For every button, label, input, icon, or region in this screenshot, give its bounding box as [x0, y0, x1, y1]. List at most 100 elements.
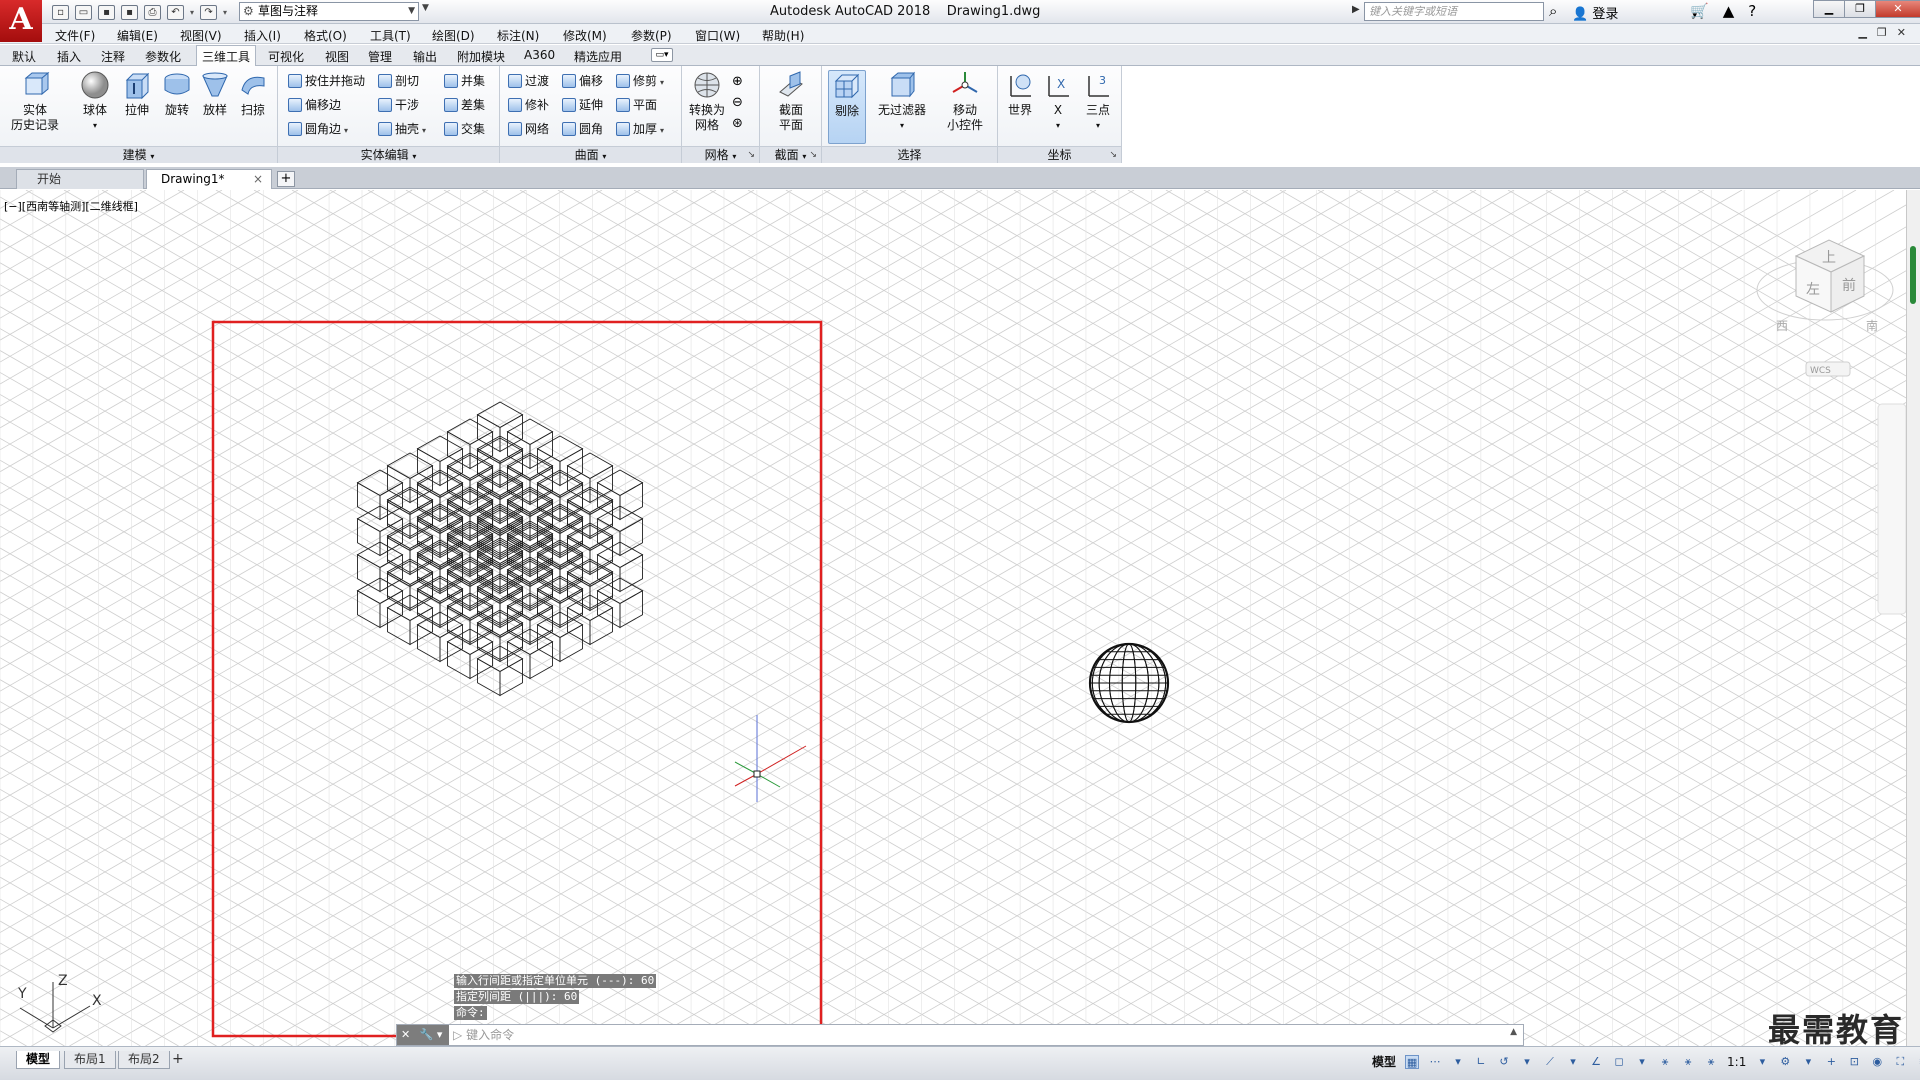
chevron-down-icon[interactable]: ▾	[1755, 1055, 1769, 1069]
menu-draw[interactable]: 绘图(D)	[432, 27, 475, 44]
grid-display-icon[interactable]: ▦	[1405, 1054, 1420, 1069]
menu-tools[interactable]: 工具(T)	[370, 27, 411, 44]
network-button[interactable]: 网络	[508, 120, 549, 138]
chevron-down-icon[interactable]: ▾	[437, 1028, 443, 1041]
autodesk-app-icon[interactable]: ▲	[1723, 2, 1735, 20]
workspace-selector[interactable]: ⚙ 草图与注释 ▼	[239, 2, 419, 21]
surface-offset-button[interactable]: 偏移	[562, 72, 603, 90]
menu-help[interactable]: 帮助(H)	[762, 27, 804, 44]
menu-file[interactable]: 文件(F)	[55, 27, 95, 44]
menu-parametric[interactable]: 参数(P)	[631, 27, 672, 44]
new-tab-button[interactable]: +	[277, 171, 295, 187]
units-icon[interactable]: ⊡	[1847, 1055, 1861, 1069]
drawing-canvas[interactable]: Z Y X 上 左 前 南 西 WCS [−][西南等轴测][二维线框] 输入行…	[0, 190, 1906, 1046]
layout-tab-model[interactable]: 模型	[16, 1051, 61, 1069]
annotation-scale-value[interactable]: 1:1	[1727, 1055, 1746, 1069]
tab-3d-tools[interactable]: 三维工具	[196, 45, 257, 67]
menu-dimension[interactable]: 标注(N)	[497, 27, 539, 44]
planar-button[interactable]: 平面	[616, 96, 657, 114]
model-space-button[interactable]: 模型	[1372, 1053, 1396, 1070]
polar-tracking-icon[interactable]: ↺	[1497, 1055, 1511, 1069]
sweep-button[interactable]: 扫掠	[234, 70, 272, 118]
isolate-objects-icon[interactable]: ◉	[1870, 1055, 1884, 1069]
intersect-button[interactable]: 交集	[444, 120, 485, 138]
ucs-world-button[interactable]: 世界	[1002, 70, 1038, 118]
panel-solid-editing-title[interactable]: 实体编辑 ▾	[278, 146, 499, 163]
customization-menu-icon[interactable]: ≡	[1916, 1055, 1920, 1069]
panel-launcher-icon[interactable]: ↘	[747, 147, 755, 163]
tab-addins[interactable]: 附加模块	[457, 48, 505, 65]
revolve-button[interactable]: 旋转	[158, 70, 196, 118]
tab-featured-apps[interactable]: 精选应用	[574, 48, 622, 65]
culling-button[interactable]: 剔除	[828, 70, 866, 144]
customize-qat-icon[interactable]: ▼	[422, 3, 429, 13]
thicken-button[interactable]: 加厚 ▾	[616, 120, 664, 138]
tab-default[interactable]: 默认	[12, 48, 36, 65]
extend-button[interactable]: 延伸	[562, 96, 603, 114]
tab-output[interactable]: 输出	[413, 48, 437, 65]
annotation-visibility-icon[interactable]: ⚹	[1658, 1055, 1672, 1069]
chevron-down-icon[interactable]: ▾	[1566, 1055, 1580, 1069]
file-tab-start[interactable]: 开始	[16, 169, 144, 189]
annotation-scale-icon[interactable]: ⚹	[1704, 1055, 1718, 1069]
viewport-controls-label[interactable]: [−][西南等轴测][二维线框]	[4, 198, 138, 214]
close-icon[interactable]: ✕	[1875, 0, 1920, 18]
section-plane-button[interactable]: 截面 平面	[768, 70, 814, 133]
layout-tab-layout2[interactable]: 布局2	[118, 1051, 170, 1069]
fillet-edge-button[interactable]: 圆角边 ▾	[288, 120, 348, 138]
sign-in-button[interactable]: 👤 登录 ▾	[1572, 3, 1697, 22]
solid-history-button[interactable]: 实体 历史记录	[6, 70, 64, 133]
vertical-scrollbar[interactable]	[1906, 190, 1920, 1046]
new-file-icon[interactable]: ▫	[52, 4, 69, 20]
slice-button[interactable]: 剖切	[378, 72, 419, 90]
isodraft-icon[interactable]: ⟋	[1543, 1055, 1557, 1069]
patch-button[interactable]: 修补	[508, 96, 549, 114]
object-snap-icon[interactable]: ◻	[1612, 1055, 1626, 1069]
chevron-down-icon[interactable]: ▾	[1451, 1055, 1465, 1069]
navigation-bar[interactable]	[1877, 403, 1906, 615]
customize-icon[interactable]: 🔧	[420, 1028, 434, 1041]
chevron-down-icon[interactable]: ▾	[1520, 1055, 1534, 1069]
panel-modeling-title[interactable]: 建模 ▾	[0, 146, 277, 163]
doc-restore-icon[interactable]: ❐	[1877, 26, 1887, 39]
viewcube-front-face[interactable]: 前	[1842, 277, 1856, 294]
convert-to-mesh-button[interactable]: 转换为 网格	[686, 70, 728, 133]
menu-window[interactable]: 窗口(W)	[695, 27, 740, 44]
layout-tab-layout1[interactable]: 布局1	[64, 1051, 116, 1069]
viewcube-top-face[interactable]: 上	[1822, 250, 1836, 266]
add-layout-icon[interactable]: +	[172, 1051, 184, 1067]
workspace-switch-gear-icon[interactable]: ⚙	[1778, 1055, 1792, 1069]
maximize-icon[interactable]: ❐	[1844, 0, 1876, 18]
menu-modify[interactable]: 修改(M)	[563, 27, 607, 44]
no-filter-button[interactable]: 无过滤器 ▾	[872, 70, 932, 133]
binoculars-icon[interactable]: ⌕	[1549, 2, 1557, 20]
plot-icon[interactable]: ⎙	[144, 4, 161, 20]
chevron-down-icon[interactable]: ▾	[1635, 1055, 1649, 1069]
shell-button[interactable]: 抽壳 ▾	[378, 120, 426, 138]
open-file-icon[interactable]: ▭	[75, 4, 92, 20]
tab-insert[interactable]: 插入	[57, 48, 81, 65]
panel-launcher-icon[interactable]: ↘	[809, 147, 817, 163]
panel-section-title[interactable]: 截面 ▾ ↘	[760, 146, 821, 163]
ribbon-minimize-icon[interactable]: ▭▾	[651, 48, 673, 62]
presspull-button[interactable]: 按住并拖动	[288, 72, 365, 90]
command-input[interactable]: ▷ 键入命令	[453, 1025, 514, 1045]
object-snap-tracking-icon[interactable]: ∠	[1589, 1055, 1603, 1069]
close-tab-icon[interactable]: ×	[253, 170, 263, 188]
command-history-toggle-icon[interactable]: ▲	[1510, 1027, 1517, 1037]
scroll-thumb[interactable]	[1910, 246, 1916, 304]
tab-visualize[interactable]: 可视化	[268, 48, 304, 65]
sphere-button[interactable]: 球体 ▾	[76, 70, 114, 133]
menu-view[interactable]: 视图(V)	[180, 27, 222, 44]
chevron-down-icon[interactable]: ▾	[1801, 1055, 1815, 1069]
refine-mesh-icon[interactable]: ⊛	[732, 116, 750, 131]
panel-coordinates-title[interactable]: 坐标 ↘	[998, 146, 1121, 163]
search-expand-icon[interactable]: ▶	[1352, 4, 1360, 15]
interfere-button[interactable]: 干涉	[378, 96, 419, 114]
tab-view[interactable]: 视图	[325, 48, 349, 65]
auto-scale-icon[interactable]: ⚹	[1681, 1055, 1695, 1069]
ortho-mode-icon[interactable]: ∟	[1474, 1055, 1488, 1069]
smooth-more-icon[interactable]: ⊕	[732, 74, 750, 89]
minimize-icon[interactable]: ▁	[1813, 0, 1845, 18]
smooth-less-icon[interactable]: ⊖	[732, 95, 750, 110]
